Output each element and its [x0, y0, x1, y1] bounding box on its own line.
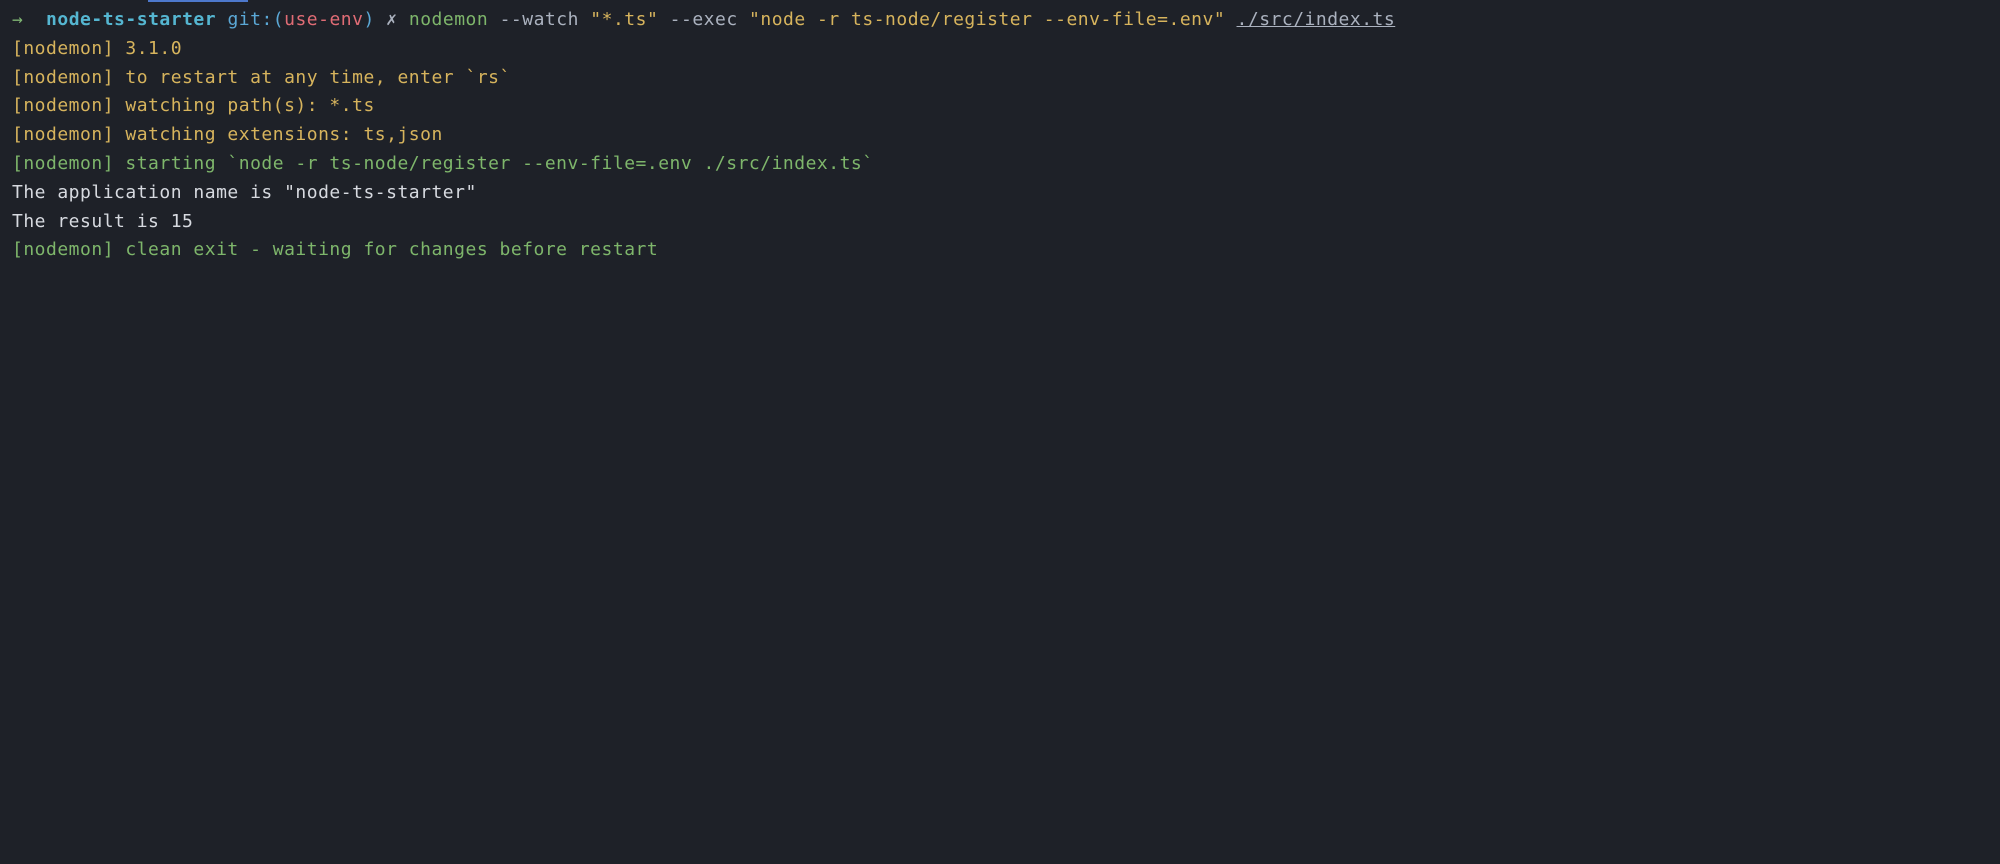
nodemon-version-line: [nodemon] 3.1.0 — [12, 35, 1988, 64]
app-output-name-line: The application name is "node-ts-starter… — [12, 179, 1988, 208]
prompt-line[interactable]: → node-ts-starter git:(use-env) ✗ nodemo… — [12, 6, 1988, 35]
command-watch-value: "*.ts" — [590, 9, 658, 30]
prompt-dirty-marker: ✗ — [386, 9, 397, 30]
command-path: ./src/index.ts — [1237, 9, 1396, 30]
prompt-branch-name: use-env — [284, 9, 363, 30]
prompt-directory: node-ts-starter — [46, 9, 216, 30]
command-exec-flag: --exec — [670, 9, 738, 30]
prompt-git-label: git:( — [227, 9, 284, 30]
prompt-git-close: ) — [363, 9, 374, 30]
nodemon-restart-hint-line: [nodemon] to restart at any time, enter … — [12, 64, 1988, 93]
command-name: nodemon — [409, 9, 488, 30]
command-exec-value: "node -r ts-node/register --env-file=.en… — [749, 9, 1225, 30]
nodemon-watching-ext-line: [nodemon] watching extensions: ts,json — [12, 121, 1988, 150]
tab-indicator — [148, 0, 248, 2]
app-output-result-line: The result is 15 — [12, 208, 1988, 237]
nodemon-watching-paths-line: [nodemon] watching path(s): *.ts — [12, 92, 1988, 121]
command-watch-flag: --watch — [500, 9, 579, 30]
prompt-arrow-icon: → — [12, 9, 23, 30]
nodemon-clean-exit-line: [nodemon] clean exit - waiting for chang… — [12, 236, 1988, 265]
nodemon-starting-line: [nodemon] starting `node -r ts-node/regi… — [12, 150, 1988, 179]
